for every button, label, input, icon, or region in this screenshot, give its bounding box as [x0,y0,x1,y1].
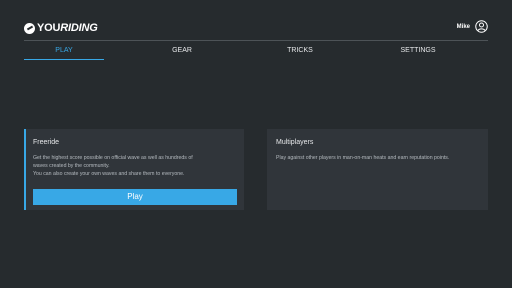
freeride-description: Get the highest score possible on offici… [33,154,238,178]
tab-active-indicator [24,59,104,60]
tab-tricks-label: TRICKS [287,47,313,54]
logo-text-you: YOU [37,22,61,34]
tab-gear[interactable]: GEAR [142,43,222,59]
tab-play[interactable]: PLAY [24,43,104,60]
freeride-card[interactable]: Freeride Get the highest score possible … [24,129,244,210]
multiplayers-card[interactable]: Multiplayers Play against other players … [267,129,488,210]
freeride-desc-line: You can also create your own waves and s… [33,171,185,177]
user-name: Mike [456,23,470,30]
logo-icon [24,22,35,34]
logo-text: YOURIDING [37,21,98,35]
main-tabs: PLAY GEAR TRICKS SETTINGS [24,43,488,61]
tab-settings[interactable]: SETTINGS [378,43,458,59]
tab-tricks[interactable]: TRICKS [260,43,340,59]
freeride-desc-line: waves created by the community. [33,163,110,169]
tab-play-label: PLAY [55,47,73,54]
freeride-title: Freeride [33,139,60,146]
multiplayers-title: Multiplayers [276,139,314,146]
youriding-logo: YOURIDING [24,21,98,35]
tab-settings-label: SETTINGS [400,47,436,54]
user-profile[interactable]: Mike [457,20,488,33]
header-divider [24,40,488,41]
multiplayers-description: Play against other players in man-on-man… [276,154,486,162]
play-button[interactable]: Play [33,189,237,205]
tab-gear-label: GEAR [172,47,192,54]
freeride-desc-line: Get the highest score possible on offici… [33,155,193,161]
logo-text-riding: RIDING [60,22,98,34]
user-avatar-icon[interactable] [475,20,488,33]
multiplayers-desc-line: Play against other players in man-on-man… [276,155,450,161]
app-screen: YOURIDING Mike PLAY GEAR TRICKS SETTINGS… [0,0,512,288]
